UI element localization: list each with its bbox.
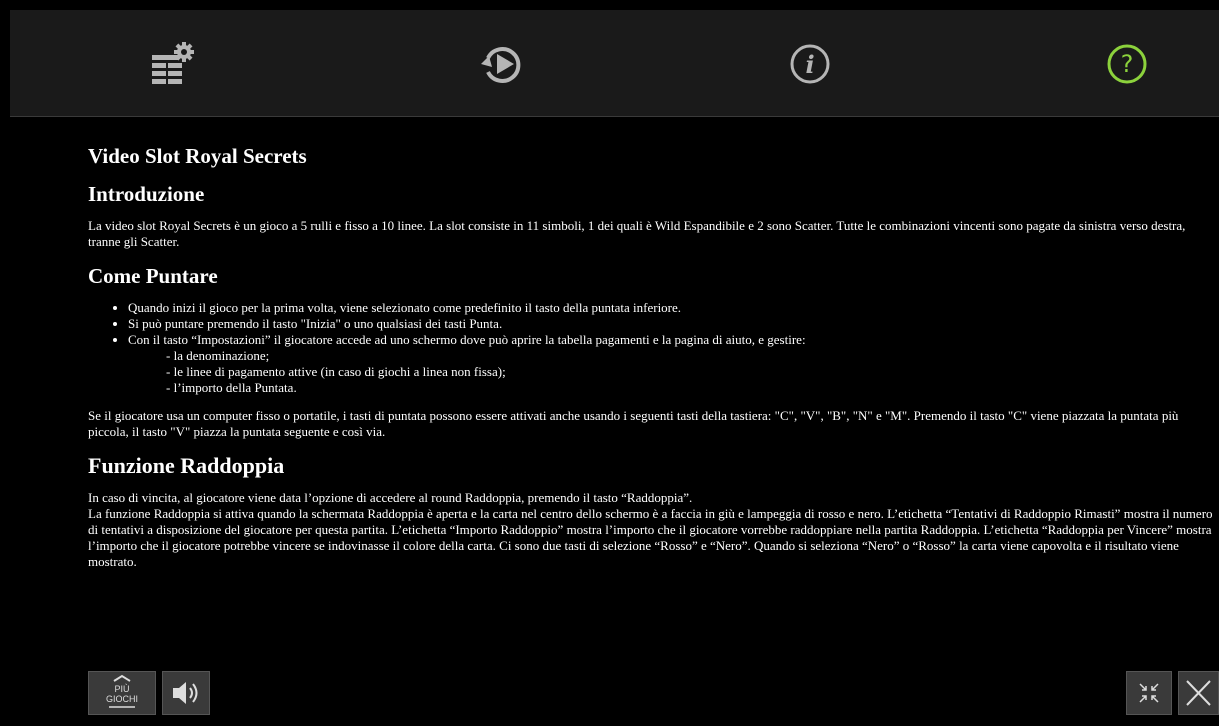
game-frame: i ? Video Slot Royal Secrets Introduzion… (0, 0, 1219, 726)
settings-menu-icon[interactable] (148, 39, 198, 89)
top-toolbar: i ? (10, 10, 1219, 117)
help-content: Video Slot Royal Secrets Introduzione La… (88, 116, 1218, 651)
svg-text:i: i (805, 50, 814, 79)
more-games-label-2: GIOCHI (106, 694, 138, 704)
page-title: Video Slot Royal Secrets (88, 144, 307, 168)
more-games-label-1: PIÙ (114, 684, 129, 694)
help-icon[interactable]: ? (1102, 39, 1152, 89)
minimize-icon (1139, 683, 1159, 703)
sub-item: - le linee di pagamento attive (in caso … (166, 364, 506, 379)
section-heading-double: Funzione Raddoppia (88, 453, 285, 478)
sub-item: - la denominazione; (166, 348, 270, 363)
sub-item: - l’importo della Puntata. (166, 380, 297, 395)
intro-paragraph: La video slot Royal Secrets è un gioco a… (88, 218, 1186, 249)
double-paragraph-2: La funzione Raddoppia si attiva quando l… (88, 506, 1213, 569)
list-item: Si può puntare premendo il tasto "Inizia… (128, 316, 1218, 332)
replay-icon[interactable] (477, 39, 527, 89)
list-item: Con il tasto “Impostazioni” il giocatore… (128, 332, 1218, 396)
info-icon[interactable]: i (785, 39, 835, 89)
exit-fullscreen-button[interactable] (1126, 671, 1172, 715)
bet-list: Quando inizi il gioco per la prima volta… (88, 300, 1218, 396)
sound-button[interactable] (162, 671, 210, 715)
more-games-button[interactable]: PIÙ GIOCHI (88, 671, 156, 715)
section-heading-bet: Come Puntare (88, 264, 218, 288)
close-icon (1186, 680, 1211, 706)
section-heading-intro: Introduzione (88, 182, 205, 206)
speaker-icon (173, 682, 198, 704)
list-item-text: Con il tasto “Impostazioni” il giocatore… (128, 332, 806, 347)
close-button[interactable] (1178, 671, 1219, 715)
svg-text:?: ? (1121, 50, 1134, 78)
list-item: Quando inizi il gioco per la prima volta… (128, 300, 1218, 316)
keyboard-paragraph: Se il giocatore usa un computer fisso o … (88, 408, 1179, 439)
double-paragraph-1: In caso di vincita, al giocatore viene d… (88, 490, 693, 505)
bottom-toolbar: PIÙ GIOCHI (10, 651, 1219, 726)
